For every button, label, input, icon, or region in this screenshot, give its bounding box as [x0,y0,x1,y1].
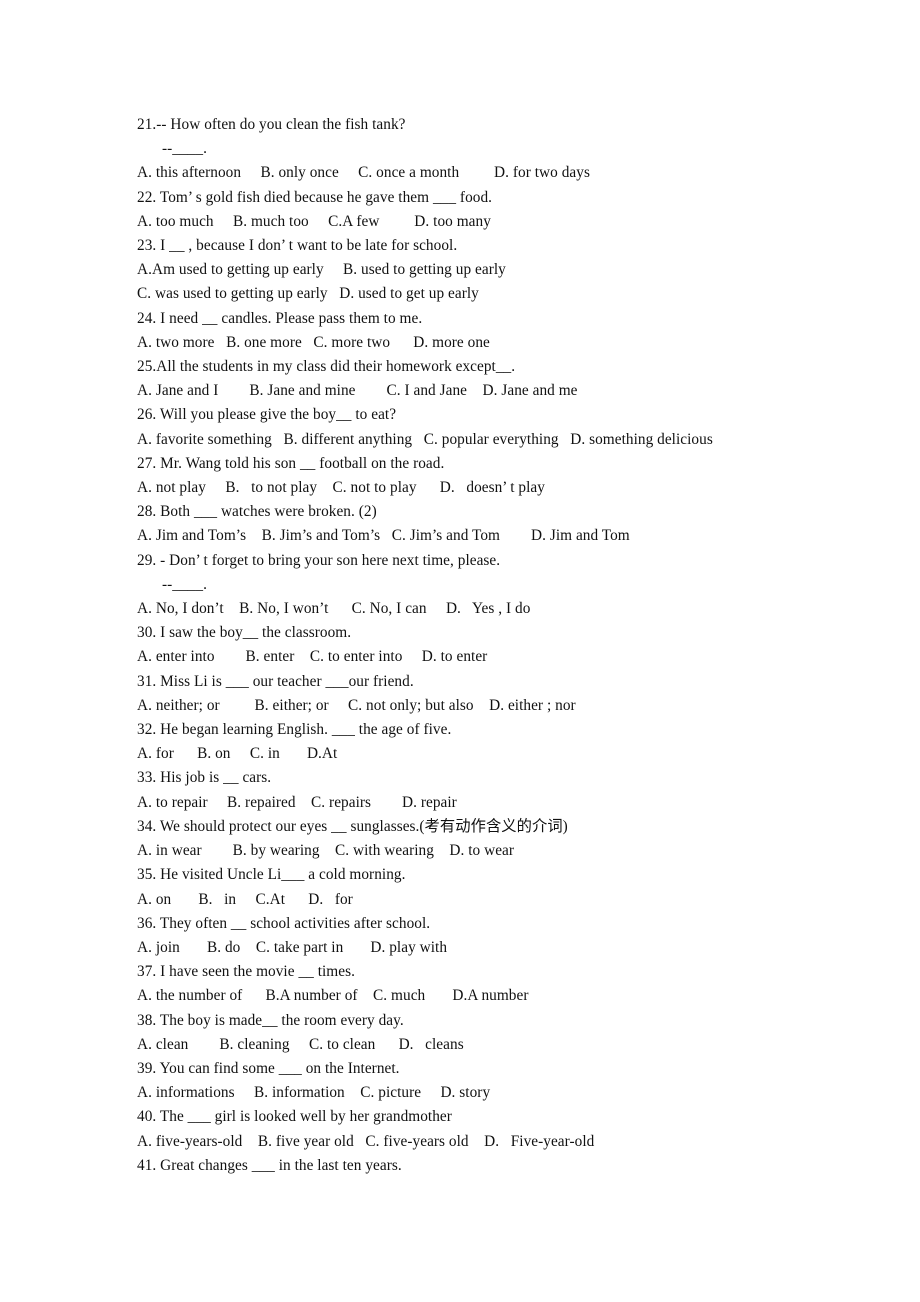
q29-options: A. No, I don’t B. No, I won’t C. No, I c… [137,600,531,618]
q22-stem: 22. Tom’ s gold fish died because he gav… [137,188,493,206]
q27-stem: 27. Mr. Wang told his son __ football on… [137,454,445,472]
q30-stem: 30. I saw the boy__ the classroom. [137,624,352,642]
q24-options: A. two more B. one more C. more two D. m… [137,333,490,351]
document-page: 21.-- How often do you clean the fish ta… [0,0,920,1302]
q32-stem: 32. He began learning English. ___ the a… [137,721,452,739]
q30-options: A. enter into B. enter C. to enter into … [137,648,488,666]
q33-stem: 33. His job is __ cars. [137,769,272,787]
q35-options: A. on B. in C.At D. for [137,890,353,908]
q38-options: A. clean B. cleaning C. to clean D. clea… [137,1035,464,1053]
q35-stem: 35. He visited Uncle Li___ a cold mornin… [137,866,406,884]
q38-stem: 38. The boy is made__ the room every day… [137,1011,404,1029]
q29-stem: 29. - Don’ t forget to bring your son he… [137,551,501,569]
q25-options: A. Jane and I B. Jane and mine C. I and … [137,382,578,400]
q28-stem: 28. Both ___ watches were broken. (2) [137,503,377,521]
q25-stem: 25.All the students in my class did thei… [137,358,516,376]
q21-stem: 21.-- How often do you clean the fish ta… [137,116,406,133]
q27-options: A. not play B. to not play C. not to pla… [137,479,545,497]
q23-options-ab: A.Am used to getting up early B. used to… [137,261,506,279]
q22-options: A. too much B. much too C.A few D. too m… [137,212,491,230]
q28-options: A. Jim and Tom’s B. Jim’s and Tom’s C. J… [137,527,630,545]
q33-options: A. to repair B. repaired C. repairs D. r… [137,793,457,811]
q39-stem: 39. You can find some ___ on the Interne… [137,1059,400,1077]
q34-options: A. in wear B. by wearing C. with wearing… [137,842,515,860]
q41-stem: 41. Great changes ___ in the last ten ye… [137,1156,402,1174]
q21-reply: --____. [162,140,207,158]
q34-stem: 34. We should protect our eyes __ sungla… [137,817,568,835]
q39-options: A. informations B. information C. pictur… [137,1084,491,1102]
q37-stem: 37. I have seen the movie __ times. [137,963,355,981]
q31-options: A. neither; or B. either; or C. not only… [137,696,576,714]
q36-options: A. join B. do C. take part in D. play wi… [137,938,448,956]
q32-options: A. for B. on C. in D.At [137,745,338,763]
q40-options: A. five-years-old B. five year old C. fi… [137,1132,595,1150]
q23-options-cd: C. was used to getting up early D. used … [137,285,479,303]
q21-options: A. this afternoon B. only once C. once a… [137,164,590,182]
q36-stem: 36. They often __ school activities afte… [137,914,431,932]
q40-stem: 40. The ___ girl is looked well by her g… [137,1108,452,1126]
q29-reply: --____. [162,575,207,593]
q24-stem: 24. I need __ candles. Please pass them … [137,309,423,327]
worksheet-text-body: 21.-- How often do you clean the fish ta… [137,113,797,1178]
q23-stem: 23. I __ , because I don’ t want to be l… [137,237,458,255]
q31-stem: 31. Miss Li is ___ our teacher ___our fr… [137,672,414,690]
q26-options: A. favorite something B. different anyth… [137,430,713,448]
q26-stem: 26. Will you please give the boy__ to ea… [137,406,397,424]
q37-options: A. the number of B.A number of C. much D… [137,987,529,1005]
